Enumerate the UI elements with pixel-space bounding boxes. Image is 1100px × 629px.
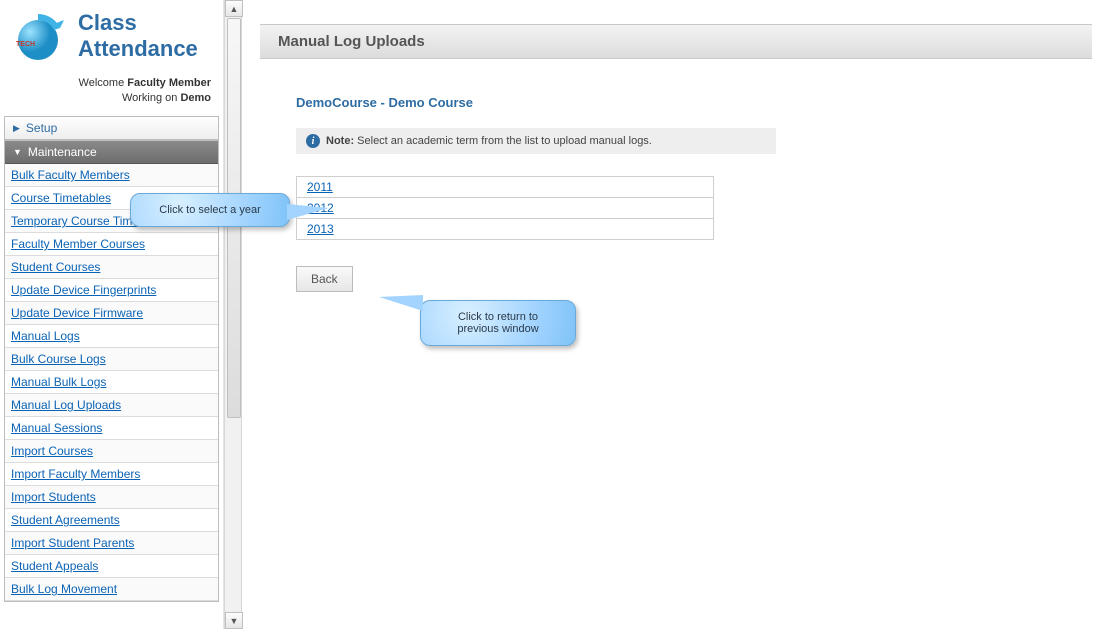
note-box: i Note: Select an academic term from the… [296,128,776,154]
sidebar-link[interactable]: Bulk Faculty Members [11,168,130,182]
sidebar-link[interactable]: Import Courses [11,444,93,458]
sidebar-link[interactable]: Import Faculty Members [11,467,140,481]
scroll-down-arrow-icon[interactable]: ▼ [225,612,243,629]
table-row: 2012 [297,198,714,219]
course-heading: DemoCourse - Demo Course [296,95,1092,110]
callout-tail-icon [379,295,423,311]
back-button[interactable]: Back [296,266,353,292]
sidebar-item[interactable]: Manual Log Uploads [5,394,218,417]
sidebar: TECH Class Attendance Welcome Faculty Me… [0,0,224,629]
accordion-label: Maintenance [28,145,97,159]
callout-tail-icon [287,204,329,220]
sidebar-item[interactable]: Update Device Firmware [5,302,218,325]
sidebar-link[interactable]: Import Student Parents [11,536,134,550]
table-row: 2011 [297,177,714,198]
sidebar-item[interactable]: Import Students [5,486,218,509]
sidebar-link[interactable]: Student Agreements [11,513,120,527]
chevron-right-icon: ▶ [13,123,20,134]
sidebar-item[interactable]: Student Agreements [5,509,218,532]
accordion-header-maintenance[interactable]: ▼ Maintenance [5,141,218,164]
year-link[interactable]: 2013 [307,222,334,236]
year-cell: 2013 [297,219,714,240]
sidebar-item[interactable]: Manual Logs [5,325,218,348]
page-title: Manual Log Uploads [260,24,1092,59]
sidebar-link[interactable]: Bulk Log Movement [11,582,117,596]
app-title: Class Attendance [78,10,198,62]
sidebar-item[interactable]: Manual Bulk Logs [5,371,218,394]
year-link[interactable]: 2011 [307,180,333,194]
sidebar-item[interactable]: Update Device Fingerprints [5,279,218,302]
sidebar-item[interactable]: Bulk Log Movement [5,578,218,601]
sidebar-item[interactable]: Bulk Course Logs [5,348,218,371]
table-row: 2013 [297,219,714,240]
accordion-setup[interactable]: ▶ Setup [4,116,219,140]
sidebar-link[interactable]: Manual Bulk Logs [11,375,106,389]
info-icon: i [306,134,320,148]
sidebar-link[interactable]: Update Device Fingerprints [11,283,156,297]
sidebar-item[interactable]: Import Student Parents [5,532,218,555]
brand: TECH Class Attendance [4,6,219,74]
sidebar-link[interactable]: Faculty Member Courses [11,237,145,251]
callout-back: Click to return to previous window [420,300,576,346]
year-cell: 2012 [297,198,714,219]
sidebar-item[interactable]: Bulk Faculty Members [5,164,218,187]
sidebar-item[interactable]: Student Courses [5,256,218,279]
sidebar-item[interactable]: Student Appeals [5,555,218,578]
sidebar-link[interactable]: Manual Logs [11,329,80,343]
sidebar-item[interactable]: Faculty Member Courses [5,233,218,256]
sidebar-link[interactable]: Student Courses [11,260,100,274]
content: Manual Log Uploads DemoCourse - Demo Cou… [242,0,1100,629]
sidebar-link[interactable]: Bulk Course Logs [11,352,106,366]
sidebar-link[interactable]: Manual Log Uploads [11,398,121,412]
sidebar-link[interactable]: Import Students [11,490,96,504]
sidebar-item[interactable]: Import Faculty Members [5,463,218,486]
vertical-scrollbar[interactable]: ▲ ▼ [224,0,242,629]
accordion-header-setup[interactable]: ▶ Setup [5,117,218,139]
brand-logo: TECH [10,10,66,66]
callout-select-year: Click to select a year [130,193,290,227]
sidebar-item[interactable]: Manual Sessions [5,417,218,440]
sidebar-link[interactable]: Course Timetables [11,191,111,205]
sidebar-link[interactable]: Update Device Firmware [11,306,143,320]
welcome-text: Welcome Faculty Member Working on Demo [4,74,219,116]
accordion-label: Setup [26,121,57,135]
svg-text:TECH: TECH [16,41,35,48]
scroll-up-arrow-icon[interactable]: ▲ [225,0,243,17]
sidebar-link[interactable]: Student Appeals [11,559,98,573]
sidebar-item[interactable]: Import Courses [5,440,218,463]
year-cell: 2011 [297,177,714,198]
maintenance-menu: Bulk Faculty MembersCourse TimetablesTem… [5,164,218,601]
sidebar-link[interactable]: Manual Sessions [11,421,102,435]
chevron-down-icon: ▼ [13,147,22,157]
year-table: 2011 2012 2013 [296,176,714,240]
